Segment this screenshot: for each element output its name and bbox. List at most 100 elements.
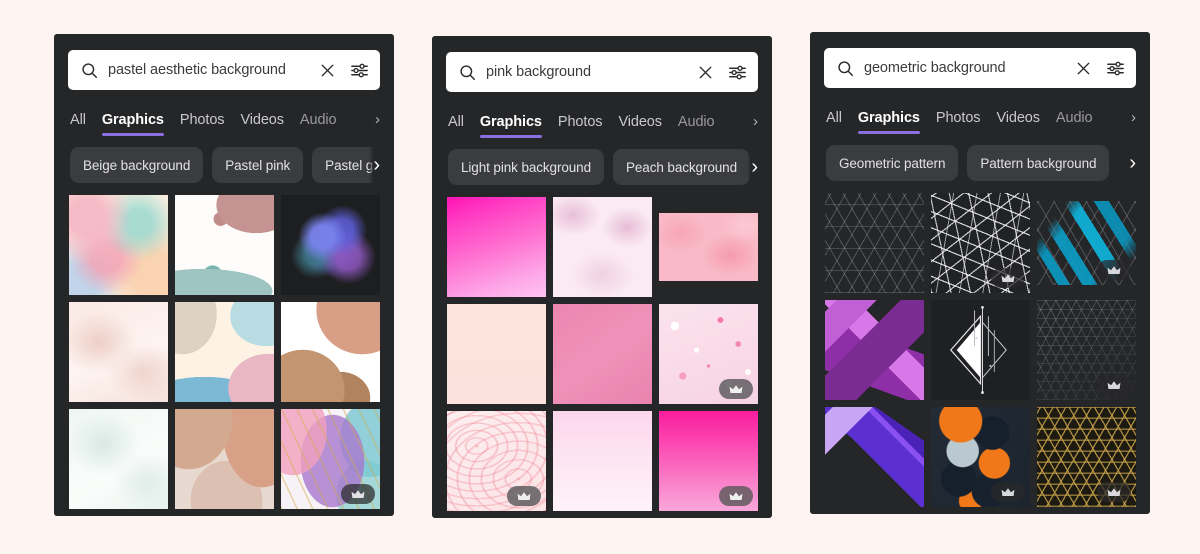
- premium-badge: [341, 484, 375, 504]
- search-panel-pastel: pastel aesthetic background All Graphics: [54, 34, 394, 516]
- tab-photos[interactable]: Photos: [558, 114, 603, 138]
- sliders-filter-icon[interactable]: [728, 64, 747, 81]
- premium-badge: [507, 486, 541, 506]
- search-panel-pink: pink background All Graphics Photos Vide…: [432, 36, 772, 518]
- search-bar[interactable]: geometric background: [824, 48, 1136, 88]
- crown-icon: [1107, 380, 1121, 389]
- result-thumbnail[interactable]: [1037, 300, 1136, 400]
- result-thumbnail[interactable]: [447, 197, 546, 297]
- premium-badge: [719, 379, 753, 399]
- triangle-line-art: [950, 306, 1007, 394]
- result-thumbnail[interactable]: [659, 197, 758, 297]
- result-thumbnail[interactable]: [1037, 407, 1136, 507]
- results-grid: [446, 197, 758, 518]
- result-thumbnail[interactable]: [1037, 193, 1136, 293]
- search-icon: [838, 60, 854, 76]
- crown-icon: [729, 384, 743, 393]
- tab-all[interactable]: All: [448, 114, 464, 138]
- search-input[interactable]: geometric background: [864, 60, 1066, 76]
- result-thumbnail[interactable]: [447, 304, 546, 404]
- tab-photos[interactable]: Photos: [936, 110, 981, 134]
- close-icon[interactable]: [698, 65, 713, 80]
- search-icon: [460, 64, 476, 80]
- chips-next-chevron-right-icon[interactable]: ›: [747, 149, 758, 185]
- result-thumbnail[interactable]: [447, 411, 546, 511]
- search-bar[interactable]: pastel aesthetic background: [68, 50, 380, 90]
- result-thumbnail[interactable]: [931, 407, 1030, 507]
- search-bar[interactable]: pink background: [446, 52, 758, 92]
- tabs-next-chevron-right-icon[interactable]: ›: [373, 111, 380, 136]
- tab-videos[interactable]: Videos: [996, 110, 1040, 134]
- result-thumbnail[interactable]: [69, 302, 168, 402]
- category-tabs[interactable]: All Graphics Photos Videos Audio ›: [824, 96, 1136, 134]
- tab-videos[interactable]: Videos: [618, 114, 662, 138]
- premium-badge: [1097, 482, 1131, 502]
- tab-audio[interactable]: Audio: [300, 112, 337, 136]
- close-icon[interactable]: [1076, 61, 1091, 76]
- close-icon[interactable]: [320, 63, 335, 78]
- crown-icon: [1107, 265, 1121, 274]
- result-thumbnail[interactable]: [69, 409, 168, 509]
- crown-icon: [729, 491, 743, 500]
- tab-graphics[interactable]: Graphics: [101, 112, 164, 136]
- premium-badge: [991, 268, 1025, 288]
- result-thumbnail[interactable]: [931, 300, 1030, 400]
- category-tabs[interactable]: All Graphics Photos Videos Audio ›: [68, 98, 380, 136]
- premium-badge: [991, 482, 1025, 502]
- result-thumbnail[interactable]: [659, 304, 758, 404]
- result-thumbnail[interactable]: [825, 407, 924, 507]
- tab-audio[interactable]: Audio: [678, 114, 715, 138]
- result-thumbnail[interactable]: [69, 195, 168, 295]
- results-grid: [68, 195, 380, 516]
- result-thumbnail[interactable]: [281, 409, 380, 509]
- panel-stage: pastel aesthetic background All Graphics: [0, 0, 1200, 554]
- result-thumbnail[interactable]: [825, 300, 924, 400]
- tab-graphics[interactable]: Graphics: [479, 114, 542, 138]
- tab-audio[interactable]: Audio: [1056, 110, 1093, 134]
- crown-icon: [1107, 487, 1121, 496]
- search-input[interactable]: pastel aesthetic background: [108, 62, 310, 78]
- sliders-filter-icon[interactable]: [350, 62, 369, 79]
- tabs-next-chevron-right-icon[interactable]: ›: [1129, 109, 1136, 134]
- search-panel-geometric: geometric background All Graphics Photos…: [810, 32, 1150, 514]
- premium-badge: [1097, 375, 1131, 395]
- crown-icon: [1001, 487, 1015, 496]
- tab-all[interactable]: All: [70, 112, 86, 136]
- premium-badge: [1097, 260, 1131, 280]
- suggestion-chips[interactable]: Geometric pattern Pattern background ›: [824, 145, 1136, 183]
- results-grid: [824, 193, 1136, 514]
- result-thumbnail[interactable]: [931, 193, 1030, 293]
- chip-pastel-pink[interactable]: Pastel pink: [212, 147, 304, 183]
- crown-icon: [517, 491, 531, 500]
- result-thumbnail[interactable]: [175, 195, 274, 295]
- result-thumbnail[interactable]: [659, 411, 758, 511]
- result-thumbnail[interactable]: [281, 195, 380, 295]
- suggestion-chips[interactable]: Beige background Pastel pink Pastel g ›: [68, 147, 380, 185]
- category-tabs[interactable]: All Graphics Photos Videos Audio ›: [446, 100, 758, 138]
- result-thumbnail[interactable]: [175, 302, 274, 402]
- crown-icon: [1001, 273, 1015, 282]
- chip-geometric-pattern[interactable]: Geometric pattern: [826, 145, 959, 181]
- result-thumbnail[interactable]: [553, 197, 652, 297]
- result-thumbnail[interactable]: [553, 411, 652, 511]
- chips-next-chevron-right-icon[interactable]: ›: [369, 147, 380, 183]
- tab-all[interactable]: All: [826, 110, 842, 134]
- chips-next-chevron-right-icon[interactable]: ›: [1125, 145, 1136, 181]
- result-thumbnail[interactable]: [825, 193, 924, 293]
- result-thumbnail[interactable]: [175, 409, 274, 509]
- chip-pattern-background[interactable]: Pattern background: [967, 145, 1110, 181]
- search-input[interactable]: pink background: [486, 64, 688, 80]
- tabs-next-chevron-right-icon[interactable]: ›: [751, 113, 758, 138]
- search-icon: [82, 62, 98, 78]
- suggestion-chips[interactable]: Light pink background Peach background ›: [446, 149, 758, 187]
- tab-videos[interactable]: Videos: [240, 112, 284, 136]
- premium-badge: [719, 486, 753, 506]
- sliders-filter-icon[interactable]: [1106, 60, 1125, 77]
- tab-graphics[interactable]: Graphics: [857, 110, 920, 134]
- result-thumbnail[interactable]: [281, 302, 380, 402]
- chip-peach-background[interactable]: Peach background: [613, 149, 750, 185]
- tab-photos[interactable]: Photos: [180, 112, 225, 136]
- chip-beige-background[interactable]: Beige background: [70, 147, 204, 183]
- result-thumbnail[interactable]: [553, 304, 652, 404]
- chip-light-pink-background[interactable]: Light pink background: [448, 149, 604, 185]
